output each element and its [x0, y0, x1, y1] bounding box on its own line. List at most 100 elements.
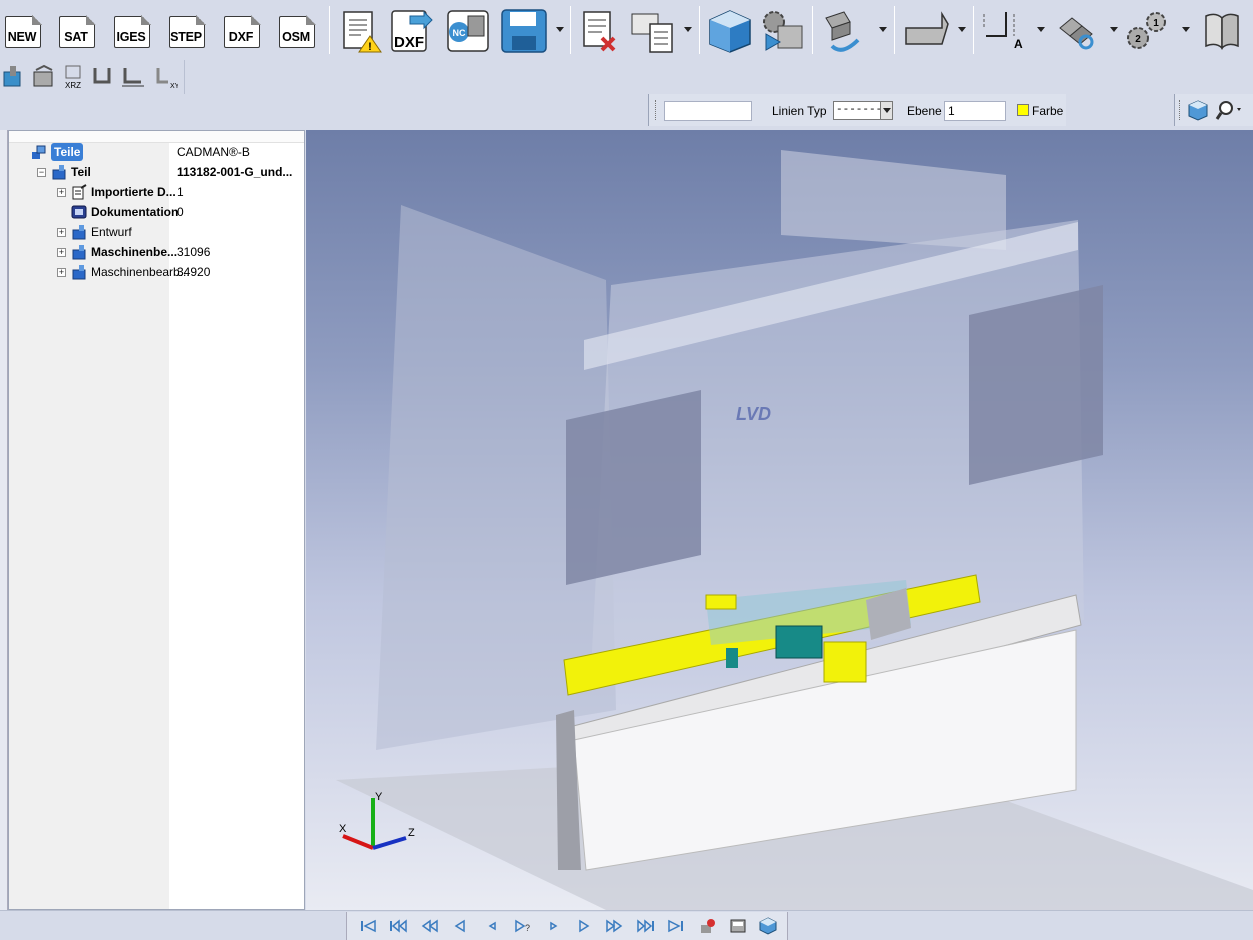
report-dropdown-arrow[interactable]: [684, 27, 692, 32]
tree-item-label: Maschinenbearb...: [91, 265, 190, 279]
zoom-button[interactable]: [1215, 99, 1245, 121]
book-icon: [1205, 13, 1239, 50]
tools-button[interactable]: [1052, 8, 1100, 54]
chevron-down-icon[interactable]: [880, 102, 892, 119]
tree-row[interactable]: + Maschinenbe... 31096: [9, 243, 304, 261]
tree-column-header[interactable]: [9, 131, 304, 143]
document-warning-icon: !: [343, 11, 382, 53]
name-input[interactable]: [664, 101, 752, 121]
tree-row[interactable]: + Maschinenbearb... 34920: [9, 263, 304, 281]
machine-rotate-button[interactable]: [30, 64, 56, 90]
book-button[interactable]: [1198, 8, 1246, 54]
expand-toggle[interactable]: +: [57, 228, 66, 237]
machine-model-render: LVD Y X Z: [336, 150, 1253, 910]
expand-toggle[interactable]: +: [57, 248, 66, 257]
yellow-stop: [705, 594, 737, 610]
tree-item-label: Teile: [51, 143, 84, 161]
svg-text:2: 2: [1135, 34, 1141, 45]
delete-document-button[interactable]: [578, 8, 626, 54]
fast-last-button[interactable]: [637, 917, 655, 935]
tree-row[interactable]: + Entwurf: [9, 223, 304, 241]
document-warning-button[interactable]: !: [336, 8, 384, 54]
new-file-button[interactable]: NEW: [2, 15, 42, 50]
documentation-icon: [71, 204, 87, 220]
last-step-button[interactable]: [667, 917, 685, 935]
bend-profile-icon: [905, 11, 949, 45]
unfold-icon: [825, 11, 860, 52]
import-dxf-button[interactable]: DXF: [221, 15, 261, 50]
print-report-button[interactable]: [628, 8, 676, 54]
collision-check-button[interactable]: [699, 917, 717, 935]
import-osm-button[interactable]: OSM: [276, 15, 316, 50]
bend-dropdown-arrow[interactable]: [958, 27, 966, 32]
step-back-button[interactable]: [451, 917, 469, 935]
goto-step-button[interactable]: ?: [513, 917, 531, 935]
tree-row[interactable]: Dokumentation 0: [9, 203, 304, 221]
unfold-button[interactable]: [820, 8, 868, 54]
rewind-button[interactable]: [421, 917, 439, 935]
collapsed-panel-strip[interactable]: [0, 130, 8, 910]
toolbar-grip[interactable]: [1179, 100, 1182, 120]
svg-text:DXF: DXF: [394, 34, 424, 51]
step-forward-button[interactable]: [575, 917, 593, 935]
3d-view-button[interactable]: [706, 8, 754, 54]
save-dropdown-arrow[interactable]: [556, 27, 564, 32]
dimension-button[interactable]: A: [980, 8, 1028, 54]
svg-text:?: ?: [525, 923, 530, 933]
tree-item-label: Dokumentation: [91, 205, 179, 219]
sequence-button[interactable]: 12: [1124, 8, 1172, 54]
collapse-toggle[interactable]: −: [37, 168, 46, 177]
view-3d-button[interactable]: [759, 917, 777, 935]
machine-down-button[interactable]: [2, 64, 28, 90]
right-cover-panel: [969, 285, 1103, 485]
unfold-dropdown-arrow[interactable]: [879, 27, 887, 32]
view-cube-icon: [1188, 100, 1208, 121]
tree-row[interactable]: + Importierte D... 1: [9, 183, 304, 201]
nc-export-button[interactable]: NC: [444, 8, 492, 54]
print-report-icon: [631, 13, 673, 53]
layer-input[interactable]: 1: [944, 101, 1006, 121]
view-cube-button[interactable]: [1187, 99, 1209, 121]
skip-last-icon: [668, 919, 683, 933]
cadman-window: NEW SAT IGES STEP DXF OSM ! DXF NC A 1 2…: [0, 0, 1253, 940]
color-swatch[interactable]: [1017, 104, 1029, 116]
fast-forward-button[interactable]: [605, 917, 623, 935]
toolbar-grip[interactable]: [655, 100, 658, 120]
view-toolbar: [1174, 94, 1253, 126]
3d-viewport[interactable]: LVD Y X Z: [306, 130, 1253, 910]
expand-toggle[interactable]: +: [57, 268, 66, 277]
save-button[interactable]: [500, 8, 548, 54]
bend-u-button[interactable]: [90, 64, 116, 90]
fast-back-button[interactable]: [389, 917, 407, 935]
simulation-button[interactable]: [758, 8, 806, 54]
fast-forward-icon: [606, 919, 623, 933]
toolbar-separator: [699, 6, 700, 54]
dimension-dropdown-arrow[interactable]: [1037, 27, 1045, 32]
import-icon: [71, 184, 87, 200]
small-cube-icon: [759, 917, 777, 935]
tree-item-label: Importierte D...: [91, 185, 176, 199]
expand-toggle[interactable]: +: [57, 188, 66, 197]
xrz-axis-icon: XRZ: [65, 65, 81, 90]
tree-row[interactable]: − Teil 113182-001-G_und...: [9, 163, 304, 181]
z-axis-line: [372, 836, 407, 850]
small-forward-button[interactable]: [545, 917, 563, 935]
sequence-dropdown-arrow[interactable]: [1182, 27, 1190, 32]
svg-text:XRZ: XRZ: [65, 81, 81, 90]
export-dxf-button[interactable]: DXF: [388, 8, 436, 54]
import-iges-button[interactable]: IGES: [111, 15, 151, 50]
floppy-disk-icon: [501, 9, 547, 53]
bend-flange-button[interactable]: [120, 64, 146, 90]
machine-settings-button[interactable]: [729, 917, 747, 935]
linetype-select[interactable]: ---------: [833, 101, 893, 120]
machining-icon: [71, 264, 87, 280]
import-step-button[interactable]: STEP: [166, 15, 206, 50]
tools-dropdown-arrow[interactable]: [1110, 27, 1118, 32]
tree-row[interactable]: Teile CADMAN®-B: [9, 143, 304, 161]
small-back-button[interactable]: [483, 917, 501, 935]
xrz-axis-button[interactable]: XRZ: [60, 64, 86, 90]
xy-axis-button[interactable]: XY: [152, 64, 180, 90]
first-step-button[interactable]: [359, 917, 377, 935]
bend-profile-button[interactable]: [902, 8, 950, 54]
import-sat-button[interactable]: SAT: [56, 15, 96, 50]
